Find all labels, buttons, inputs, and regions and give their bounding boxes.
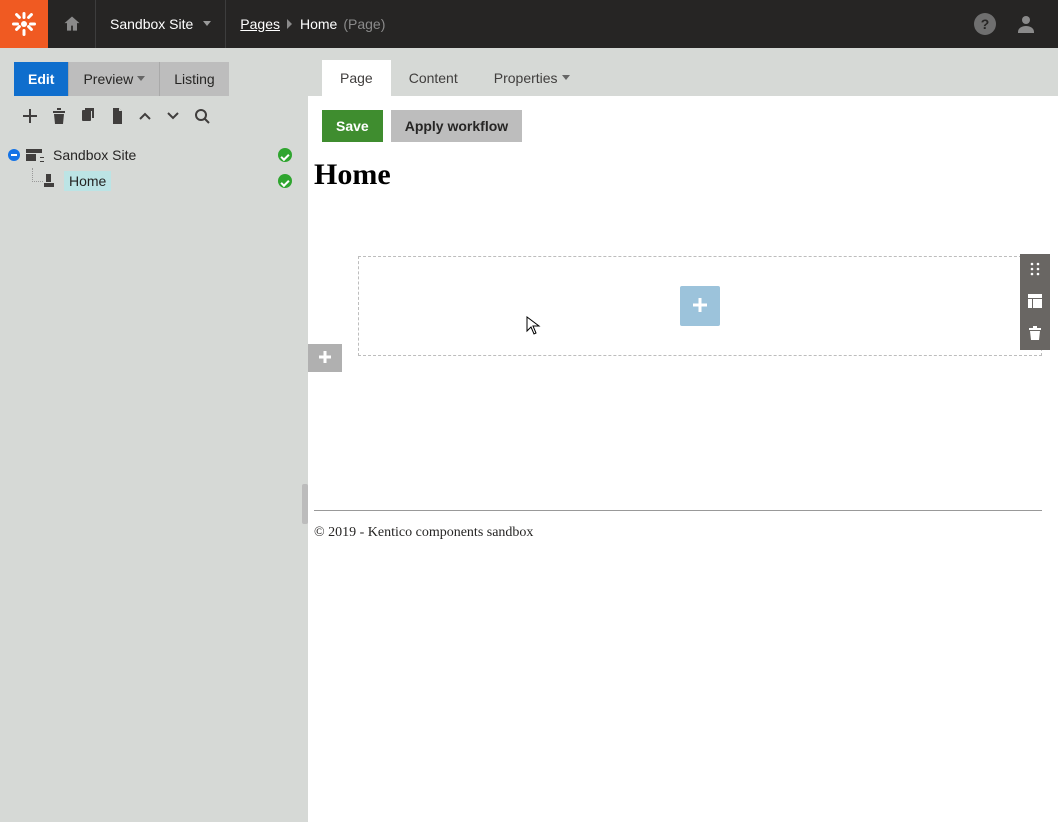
move-section-button[interactable] (1020, 254, 1050, 286)
tree-node-root[interactable]: Sandbox Site (6, 142, 298, 168)
search-button[interactable] (194, 108, 210, 124)
page-footer: © 2019 - Kentico components sandbox (314, 510, 1042, 541)
tab-label: Page (340, 70, 373, 86)
breadcrumb-current: Home (300, 16, 337, 32)
chevron-right-icon (286, 19, 294, 29)
editor-pane: Save Apply workflow Home (308, 96, 1058, 822)
tab-label: Content (409, 70, 458, 86)
dropdown-caret-icon (203, 21, 211, 26)
layout-icon (1028, 294, 1042, 311)
tree-toolbar (0, 96, 308, 136)
status-published-icon (278, 174, 292, 188)
delete-section-button[interactable] (1020, 318, 1050, 350)
panel-splitter[interactable] (302, 96, 308, 822)
site-selector-label: Sandbox Site (110, 16, 193, 32)
move-up-button[interactable] (138, 111, 152, 121)
section-layout-button[interactable] (1020, 286, 1050, 318)
breadcrumb-root[interactable]: Pages (240, 16, 280, 32)
home-icon (62, 14, 82, 34)
page-title: Home (314, 158, 1058, 192)
mode-tab-listing-label: Listing (174, 63, 214, 95)
mode-tabs: Edit Preview Listing (14, 62, 308, 96)
splitter-handle-icon[interactable] (302, 484, 308, 524)
topbar: Sandbox Site Pages Home (Page) ? (0, 0, 1058, 48)
add-section-button[interactable] (308, 344, 342, 372)
mode-tab-preview[interactable]: Preview (69, 62, 160, 96)
site-icon (26, 149, 42, 161)
content-tabs: Page Content Properties (308, 48, 1058, 96)
user-menu[interactable] (1014, 12, 1038, 36)
mode-tab-edit[interactable]: Edit (14, 62, 69, 96)
delete-button[interactable] (52, 108, 66, 124)
section-toolbar (1020, 254, 1050, 350)
left-panel: Edit Preview Listing (0, 48, 308, 822)
tab-page[interactable]: Page (322, 60, 391, 96)
copy-button[interactable] (80, 108, 96, 124)
save-button[interactable]: Save (322, 110, 383, 142)
editor-toolbar: Save Apply workflow (308, 96, 1058, 156)
new-page-button[interactable] (22, 108, 38, 124)
mode-tab-listing[interactable]: Listing (160, 62, 228, 96)
mode-tab-edit-label: Edit (28, 63, 54, 95)
tree-node-label: Sandbox Site (48, 145, 141, 165)
mode-tab-preview-label: Preview (83, 63, 133, 95)
apply-workflow-button[interactable]: Apply workflow (391, 110, 522, 142)
tab-properties[interactable]: Properties (476, 60, 588, 96)
dashboard-home-button[interactable] (48, 0, 96, 48)
page-icon (44, 174, 58, 188)
trash-icon (1029, 326, 1041, 343)
tab-content[interactable]: Content (391, 60, 476, 96)
collapse-toggle-icon[interactable] (8, 149, 20, 161)
add-widget-button[interactable] (680, 286, 720, 326)
widget-zone[interactable] (358, 256, 1042, 356)
drag-handle-icon (1029, 262, 1041, 279)
site-selector[interactable]: Sandbox Site (96, 0, 226, 48)
breadcrumb: Pages Home (Page) (226, 0, 399, 48)
kentico-logo-icon (11, 11, 37, 37)
content-tree: Sandbox Site Home (0, 136, 308, 194)
dropdown-caret-icon (562, 75, 570, 80)
tree-node-label: Home (64, 171, 111, 191)
tree-node-home[interactable]: Home (6, 168, 298, 194)
plus-icon (690, 295, 710, 318)
status-published-icon (278, 148, 292, 162)
app-logo[interactable] (0, 0, 48, 48)
tab-label: Properties (494, 70, 558, 86)
help-button[interactable]: ? (974, 13, 996, 35)
right-panel: Page Content Properties Save Apply workf… (308, 48, 1058, 822)
move-down-button[interactable] (166, 111, 180, 121)
paste-button[interactable] (110, 108, 124, 124)
breadcrumb-type: (Page) (343, 16, 385, 32)
plus-icon (317, 349, 333, 368)
help-icon: ? (981, 16, 990, 32)
topbar-right: ? (974, 0, 1058, 48)
dropdown-caret-icon (137, 76, 145, 81)
